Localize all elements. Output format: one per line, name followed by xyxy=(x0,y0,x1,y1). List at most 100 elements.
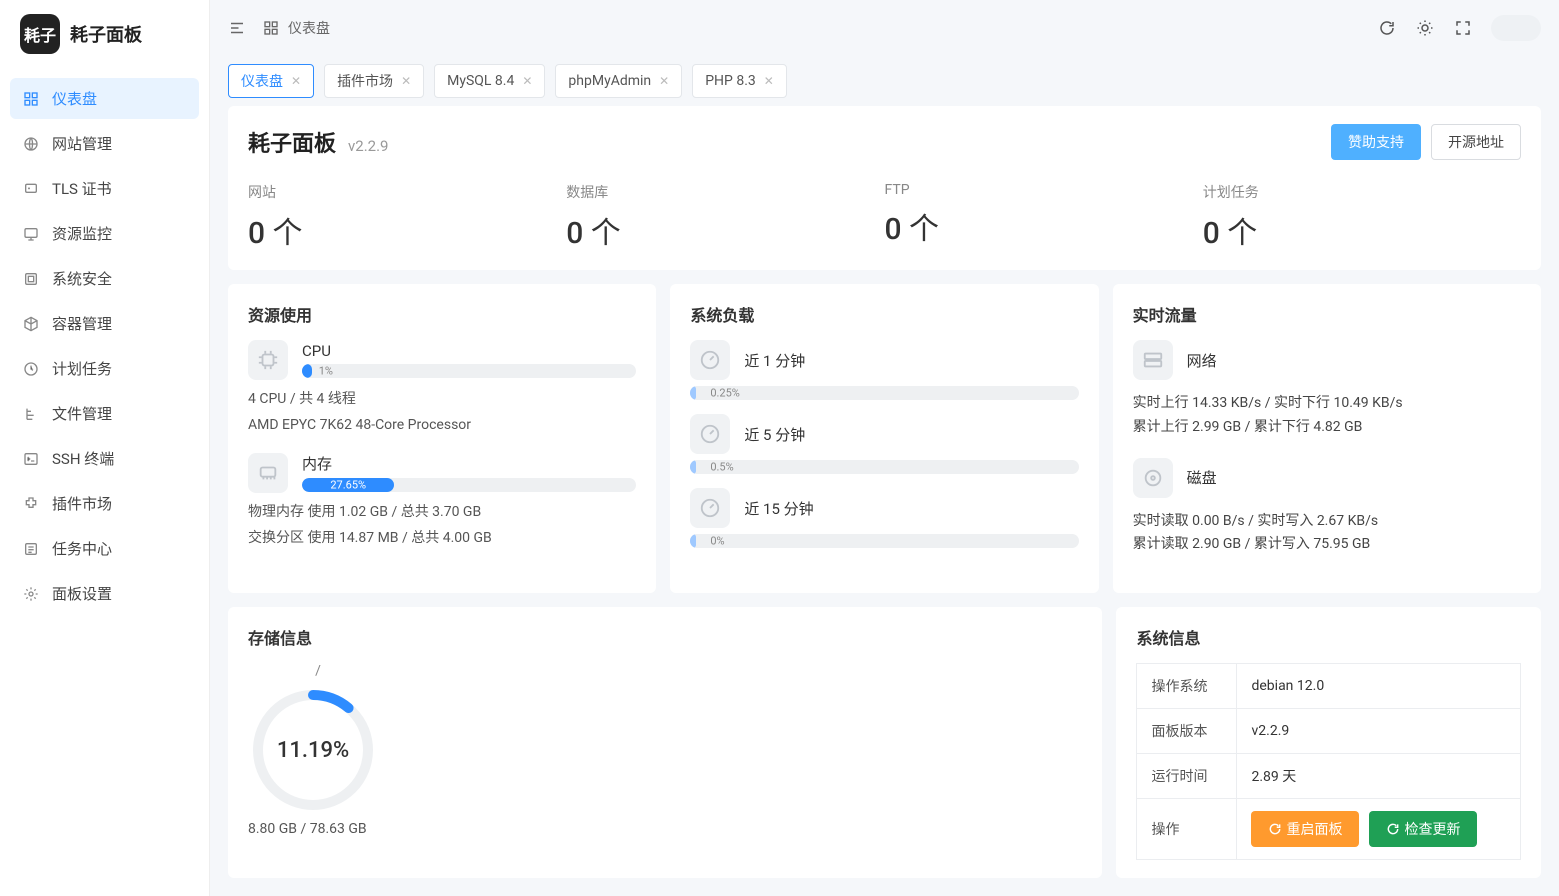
sidebar-item-label: 系统安全 xyxy=(52,268,112,289)
sidebar-item-7[interactable]: 文件管理 xyxy=(10,393,199,434)
mem-line1: 物理内存 使用 1.02 GB / 总共 3.70 GB xyxy=(248,501,636,523)
breadcrumb-label: 仪表盘 xyxy=(288,18,330,38)
sidebar-item-8[interactable]: SSH 终端 xyxy=(10,438,199,479)
disk-line1: 实时读取 0.00 B/s / 实时写入 2.67 KB/s xyxy=(1133,510,1521,534)
monitor-icon xyxy=(22,225,40,243)
traffic-title: 实时流量 xyxy=(1133,302,1521,326)
sys-uptime-k: 运行时间 xyxy=(1137,754,1237,799)
close-icon[interactable]: ✕ xyxy=(522,74,532,88)
dashboard-icon xyxy=(22,90,40,108)
breadcrumb: 仪表盘 xyxy=(262,18,330,38)
check-update-button[interactable]: 检查更新 xyxy=(1369,811,1477,847)
storage-mount: / xyxy=(248,663,388,679)
sidebar-item-2[interactable]: TLS 证书 xyxy=(10,168,199,209)
load-title: 系统负载 xyxy=(690,302,1078,326)
shield-icon xyxy=(22,180,40,198)
sidebar-item-label: 插件市场 xyxy=(52,493,112,514)
terminal-icon xyxy=(22,450,40,468)
close-icon[interactable]: ✕ xyxy=(764,74,774,88)
user-menu[interactable] xyxy=(1491,15,1541,41)
close-icon[interactable]: ✕ xyxy=(291,74,301,88)
sidebar-item-10[interactable]: 任务中心 xyxy=(10,528,199,569)
sidebar-item-label: 容器管理 xyxy=(52,313,112,334)
stat-value: 0 个 xyxy=(248,208,566,252)
sidebar-item-4[interactable]: 系统安全 xyxy=(10,258,199,299)
stat-value: 0 个 xyxy=(885,204,1203,248)
sidebar-item-11[interactable]: 面板设置 xyxy=(10,573,199,614)
cpu-label: CPU xyxy=(302,342,636,360)
mem-label: 内存 xyxy=(302,453,636,474)
panel-header-card: 耗子面板 v2.2.9 赞助支持 开源地址 网站0 个数据库0 个FTP0 个计… xyxy=(228,106,1541,270)
theme-icon[interactable] xyxy=(1415,18,1435,38)
cpu-line1: 4 CPU / 共 4 线程 xyxy=(248,388,636,410)
sidebar-item-1[interactable]: 网站管理 xyxy=(10,123,199,164)
tab-1[interactable]: 插件市场 ✕ xyxy=(324,64,424,98)
lock-icon xyxy=(22,270,40,288)
plugin-icon xyxy=(22,495,40,513)
restart-button[interactable]: 重启面板 xyxy=(1251,811,1359,847)
stat-value: 0 个 xyxy=(566,208,884,252)
mem-pct: 27.65% xyxy=(330,479,366,492)
panel-name: 耗子面板 xyxy=(248,126,336,158)
panel-version: v2.2.9 xyxy=(348,137,388,155)
stat-2[interactable]: FTP0 个 xyxy=(885,182,1203,252)
load-bar-2: 0% xyxy=(690,534,1078,548)
sys-ver-v: v2.2.9 xyxy=(1237,709,1521,754)
stat-label: 计划任务 xyxy=(1203,182,1521,202)
sys-ver-k: 面板版本 xyxy=(1137,709,1237,754)
cpu-progress: 1% xyxy=(302,364,636,378)
stat-label: 数据库 xyxy=(566,182,884,202)
tree-icon xyxy=(22,405,40,423)
sidebar-item-3[interactable]: 资源监控 xyxy=(10,213,199,254)
network-line2: 累计上行 2.99 GB / 累计下行 4.82 GB xyxy=(1133,416,1521,440)
sidebar-item-label: 文件管理 xyxy=(52,403,112,424)
tab-2[interactable]: MySQL 8.4 ✕ xyxy=(434,64,545,98)
sponsor-button[interactable]: 赞助支持 xyxy=(1331,124,1421,160)
load-row-0: 近 1 分钟 xyxy=(690,340,1078,380)
sidebar-item-label: TLS 证书 xyxy=(52,178,112,199)
refresh-icon[interactable] xyxy=(1377,18,1397,38)
stat-3[interactable]: 计划任务 0 个 xyxy=(1203,182,1521,252)
tab-label: 插件市场 xyxy=(337,71,393,91)
sidebar-item-0[interactable]: 仪表盘 xyxy=(10,78,199,119)
disk-line2: 累计读取 2.90 GB / 累计写入 75.95 GB xyxy=(1133,533,1521,557)
stat-value: 0 个 xyxy=(1203,208,1521,252)
load-pct: 0% xyxy=(710,535,724,548)
tab-4[interactable]: PHP 8.3✕ xyxy=(692,64,787,98)
sidebar-item-label: 仪表盘 xyxy=(52,88,97,109)
collapse-sidebar-icon[interactable] xyxy=(228,19,246,37)
network-label: 网络 xyxy=(1187,350,1217,371)
close-icon[interactable]: ✕ xyxy=(659,74,669,88)
mem-line2: 交换分区 使用 14.87 MB / 总共 4.00 GB xyxy=(248,527,636,549)
sys-os-v: debian 12.0 xyxy=(1237,664,1521,709)
tab-label: phpMyAdmin xyxy=(568,73,651,89)
sidebar-item-9[interactable]: 插件市场 xyxy=(10,483,199,524)
sidebar-item-5[interactable]: 容器管理 xyxy=(10,303,199,344)
load-row-2: 近 15 分钟 xyxy=(690,488,1078,528)
network-line1: 实时上行 14.33 KB/s / 实时下行 10.49 KB/s xyxy=(1133,392,1521,416)
load-row-1: 近 5 分钟 xyxy=(690,414,1078,454)
fullscreen-icon[interactable] xyxy=(1453,18,1473,38)
tab-label: MySQL 8.4 xyxy=(447,73,514,89)
tabs-row: 仪表盘✕插件市场✕MySQL 8.4✕phpMyAdmin✕PHP 8.3✕ xyxy=(210,56,1559,106)
globe-icon xyxy=(22,135,40,153)
sidebar-item-6[interactable]: 计划任务 xyxy=(10,348,199,389)
cpu-icon xyxy=(248,340,288,380)
storage-card: 存储信息 / 11.19% 8.80 GB / 78.63 GB xyxy=(228,607,1102,878)
tab-0[interactable]: 仪表盘✕ xyxy=(228,64,314,98)
load-pct: 0.5% xyxy=(710,461,733,474)
storage-sub: 8.80 GB / 78.63 GB xyxy=(248,821,388,837)
stat-0[interactable]: 网站0 个 xyxy=(248,182,566,252)
sys-os-k: 操作系统 xyxy=(1137,664,1237,709)
sys-ops-k: 操作 xyxy=(1137,799,1237,860)
close-icon[interactable]: ✕ xyxy=(401,74,411,88)
tab-3[interactable]: phpMyAdmin ✕ xyxy=(555,64,682,98)
sidebar-item-label: 网站管理 xyxy=(52,133,112,154)
sysinfo-title: 系统信息 xyxy=(1136,625,1521,649)
stat-1[interactable]: 数据库 0 个 xyxy=(566,182,884,252)
load-card: 系统负载 近 1 分钟0.25%近 5 分钟0.5%近 15 分钟0% xyxy=(670,284,1098,593)
clock-icon xyxy=(22,360,40,378)
mem-progress: 27.65% xyxy=(302,478,636,492)
source-button[interactable]: 开源地址 xyxy=(1431,124,1521,160)
storage-pct: 11.19% xyxy=(248,685,378,815)
